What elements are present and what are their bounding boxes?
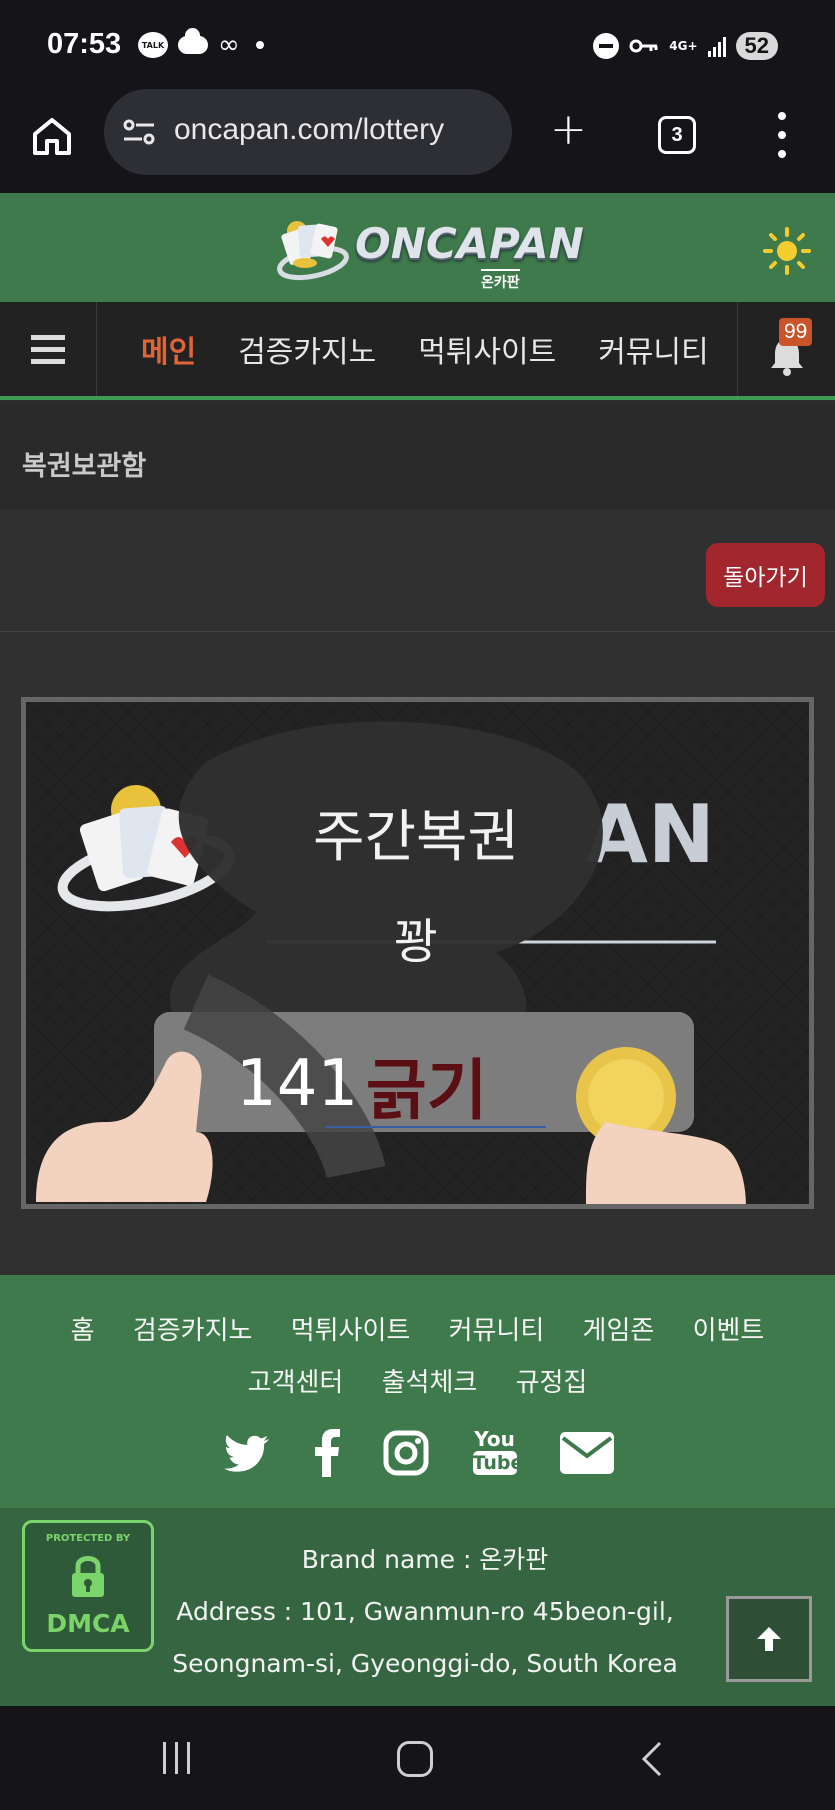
key-icon bbox=[629, 39, 658, 53]
android-home-icon[interactable] bbox=[397, 1741, 433, 1777]
browser-menu-button[interactable] bbox=[774, 112, 790, 158]
recent-apps-icon[interactable] bbox=[163, 1742, 190, 1774]
back-row: 돌아가기 bbox=[0, 510, 835, 632]
facebook-icon[interactable] bbox=[314, 1429, 340, 1477]
dmca-badge-top-text: PROTECTED BY bbox=[45, 1533, 131, 1544]
back-button[interactable]: 돌아가기 bbox=[706, 543, 825, 607]
site-footer: 홈 검증카지노 먹튀사이트 커뮤니티 게임존 이벤트 고객센터 출석체크 규정집… bbox=[0, 1275, 835, 1508]
address-line2: Seongnam-si, Gyeonggi-do, South Korea bbox=[172, 1649, 678, 1678]
nav-item-scam-sites[interactable]: 먹튀사이트 bbox=[397, 327, 577, 371]
email-icon[interactable] bbox=[560, 1432, 614, 1474]
social-links: You Tube bbox=[224, 1425, 614, 1481]
logo-text: ONCAPAN bbox=[355, 219, 584, 268]
tab-switcher-button[interactable]: 3 bbox=[658, 116, 696, 154]
nav-item-community[interactable]: 커뮤니티 bbox=[577, 327, 729, 371]
notifications-button[interactable]: 99 bbox=[737, 302, 835, 396]
browser-toolbar: oncapan.com/lottery + 3 bbox=[0, 86, 835, 193]
footer-link-rules[interactable]: 규정집 bbox=[516, 1368, 588, 1398]
lottery-result: 꽝 bbox=[393, 914, 439, 970]
dmca-badge-bottom-text: DMCA bbox=[46, 1609, 130, 1638]
site-logo[interactable]: ONCAPAN 온카판 bbox=[275, 213, 584, 291]
new-tab-button[interactable]: + bbox=[550, 108, 587, 152]
lottery-number: 141 bbox=[236, 1047, 359, 1121]
android-back-icon[interactable] bbox=[638, 1740, 668, 1778]
footer-links-row2: 고객센터 출석체크 규정집 bbox=[0, 1357, 835, 1409]
address-line1: Address : 101, Gwanmun-ro 45beon-gil, bbox=[176, 1597, 674, 1626]
site-settings-icon[interactable] bbox=[122, 117, 156, 147]
status-time: 07:53 bbox=[47, 28, 122, 60]
footer-links: 홈 검증카지노 먹튀사이트 커뮤니티 게임존 이벤트 고객센터 출석체크 규정집 bbox=[0, 1305, 835, 1409]
footer-link-attendance[interactable]: 출석체크 bbox=[382, 1368, 478, 1398]
cloud-icon bbox=[178, 28, 208, 54]
site-header: ONCAPAN 온카판 bbox=[0, 193, 835, 302]
youtube-label-top: You bbox=[474, 1427, 515, 1451]
footer-links-row1: 홈 검증카지노 먹튀사이트 커뮤니티 게임존 이벤트 bbox=[0, 1305, 835, 1357]
logo-subtext: 온카판 bbox=[481, 269, 520, 292]
lock-icon bbox=[72, 1556, 104, 1597]
status-notification-icons: TALK ∞ bbox=[138, 28, 264, 62]
footer-link-verified-casino[interactable]: 검증카지노 bbox=[133, 1316, 253, 1346]
dot-icon bbox=[255, 41, 264, 49]
lottery-title: 주간복권 bbox=[312, 805, 520, 870]
battery-indicator: 52 bbox=[735, 32, 778, 60]
youtube-label-bottom: Tube bbox=[472, 1451, 524, 1475]
do-not-disturb-icon bbox=[593, 33, 620, 59]
theme-toggle-sun-icon[interactable] bbox=[762, 226, 812, 276]
status-bar: 07:53 TALK ∞ 4G+ 52 bbox=[0, 0, 835, 86]
lottery-content: 돌아가기 AN 주간복권 꽝 141 긁기 bbox=[0, 510, 835, 1275]
address-bar[interactable]: oncapan.com/lottery bbox=[104, 89, 512, 175]
footer-link-game-zone[interactable]: 게임존 bbox=[583, 1316, 655, 1346]
scratch-button[interactable]: 긁기 bbox=[366, 1037, 487, 1133]
footer-link-home[interactable]: 홈 bbox=[71, 1316, 95, 1346]
kakaotalk-icon: TALK bbox=[138, 32, 168, 58]
footer-link-customer-center[interactable]: 고객센터 bbox=[248, 1368, 344, 1398]
notification-count-badge: 99 bbox=[779, 318, 813, 346]
arrow-up-icon bbox=[757, 1627, 781, 1651]
page-title-bar: 복권보관함 bbox=[0, 404, 835, 510]
android-navigation-bar bbox=[0, 1706, 835, 1810]
nav-item-verified-casino[interactable]: 검증카지노 bbox=[217, 327, 397, 371]
dmca-badge[interactable]: PROTECTED BY DMCA bbox=[22, 1520, 154, 1652]
instagram-icon[interactable] bbox=[383, 1430, 429, 1476]
scroll-to-top-button[interactable] bbox=[726, 1596, 812, 1682]
hamburger-menu-icon[interactable] bbox=[0, 302, 97, 396]
nav-item-main[interactable]: 메인 bbox=[97, 327, 217, 371]
svg-text:AN: AN bbox=[586, 788, 715, 881]
infinity-icon: ∞ bbox=[218, 30, 240, 60]
footer-link-scam-sites[interactable]: 먹튀사이트 bbox=[291, 1316, 411, 1346]
page-title: 복권보관함 bbox=[22, 451, 147, 482]
cards-logo-icon bbox=[277, 221, 349, 281]
brand-name: Brand name : 온카판 bbox=[301, 1545, 549, 1574]
url-text[interactable]: oncapan.com/lottery bbox=[174, 113, 499, 147]
youtube-icon[interactable]: You Tube bbox=[472, 1427, 524, 1479]
network-type: 4G+ bbox=[669, 39, 698, 53]
twitter-icon[interactable] bbox=[224, 1434, 270, 1472]
site-info: PROTECTED BY DMCA Brand name : 온카판 Addre… bbox=[0, 1508, 835, 1706]
company-info: Brand name : 온카판 Address : 101, Gwanmun-… bbox=[160, 1534, 690, 1690]
footer-link-community[interactable]: 커뮤니티 bbox=[449, 1316, 545, 1346]
signal-icon bbox=[707, 35, 726, 57]
home-icon[interactable] bbox=[30, 114, 74, 158]
status-system-icons: 4G+ 52 bbox=[593, 30, 778, 62]
main-nav: 메인 검증카지노 먹튀사이트 커뮤니티 99 bbox=[0, 302, 835, 400]
footer-link-events[interactable]: 이벤트 bbox=[693, 1316, 765, 1346]
nav-items: 메인 검증카지노 먹튀사이트 커뮤니티 bbox=[97, 302, 737, 396]
lottery-ticket[interactable]: AN 주간복권 꽝 141 긁기 bbox=[21, 697, 814, 1209]
